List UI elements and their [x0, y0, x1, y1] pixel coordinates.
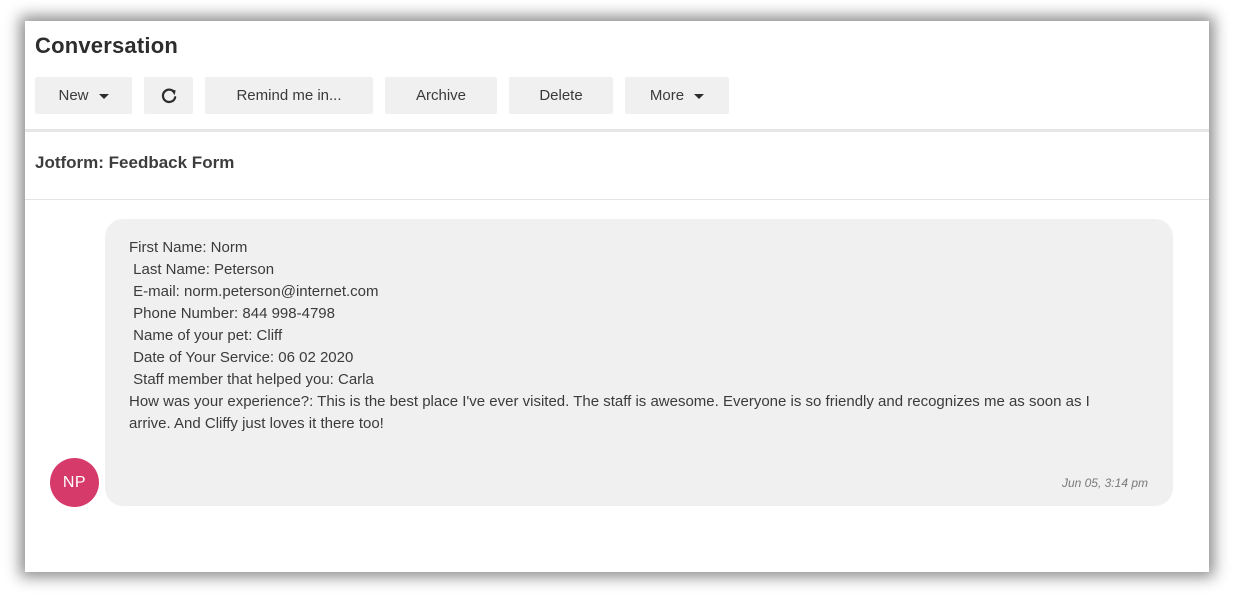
delete-button-label: Delete	[539, 87, 583, 104]
message-line: First Name: Norm	[129, 239, 248, 256]
refresh-button[interactable]	[144, 77, 193, 114]
chevron-down-icon	[98, 93, 109, 99]
remind-me-button[interactable]: Remind me in...	[205, 77, 373, 114]
message-line: Phone Number: 844 998-4798	[129, 305, 335, 322]
message-bubble: First Name: Norm Last Name: Peterson E-m…	[105, 219, 1173, 506]
more-dropdown-button[interactable]: More	[625, 77, 729, 114]
conversation-subject: Jotform: Feedback Form	[35, 153, 235, 172]
new-button-label: New	[58, 87, 89, 104]
message-line: Date of Your Service: 06 02 2020	[129, 349, 354, 366]
archive-button-label: Archive	[415, 87, 467, 104]
refresh-icon	[161, 88, 176, 103]
conversation-panel: Conversation New Remind me in... Archive…	[25, 21, 1209, 572]
page-title: Conversation	[35, 33, 178, 58]
avatar-initials: NP	[62, 473, 87, 491]
message-line: How was your experience?: This is the be…	[129, 393, 1090, 432]
message-line: Last Name: Peterson	[129, 261, 275, 278]
subject-divider	[25, 199, 1209, 200]
message-line: Staff member that helped you: Carla	[129, 371, 374, 388]
remind-button-label: Remind me in...	[236, 87, 342, 104]
message-line: Name of your pet: Cliff	[129, 327, 283, 344]
avatar[interactable]: NP	[50, 458, 99, 507]
new-dropdown-button[interactable]: New	[35, 77, 132, 114]
toolbar-divider	[25, 129, 1209, 132]
message-timestamp: Jun 05, 3:14 pm	[1061, 476, 1148, 490]
delete-button[interactable]: Delete	[509, 77, 613, 114]
message-line: E-mail: norm.peterson@internet.com	[129, 283, 379, 300]
archive-button[interactable]: Archive	[385, 77, 497, 114]
chevron-down-icon	[694, 93, 705, 99]
more-button-label: More	[649, 87, 685, 104]
message-body: First Name: Norm Last Name: Peterson E-m…	[129, 237, 1129, 435]
